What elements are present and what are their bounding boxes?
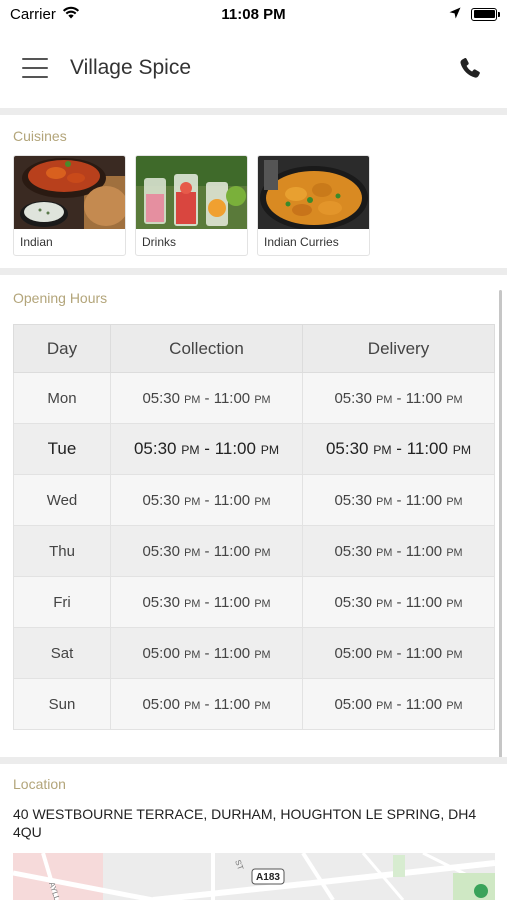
collection-hours-cell: 05:30 PM - 11:00 PM [110,474,303,526]
location-arrow-icon [449,6,461,23]
cuisines-label: Cuisines [13,128,67,144]
header-day: Day [13,324,111,373]
collection-hours-cell: 05:00 PM - 11:00 PM [110,678,303,730]
cuisine-card-indian-curries[interactable]: Indian Curries [257,155,370,256]
status-time: 11:08 PM [221,5,286,23]
collection-hours-cell: 05:00 PM - 11:00 PM [110,627,303,679]
table-row: Thu 05:30 PM - 11:00 PM 05:30 PM - 11:00 P… [13,525,495,577]
scrollbar[interactable] [499,290,502,758]
carrier-label: Carrier [10,5,56,23]
cuisine-label-indian-curries: Indian Curries [264,235,339,249]
day-cell: Fri [13,576,111,628]
table-row: Wed 05:30 PM - 11:00 PM 05:30 PM - 11:00 P… [13,474,495,526]
day-cell: Sun [13,678,111,730]
hamburger-menu-icon[interactable] [22,58,48,78]
battery-icon [471,7,500,21]
section-divider [0,757,507,764]
cuisine-image-indian [14,156,125,229]
map-road-label: A183 [256,872,280,883]
delivery-hours-cell: 05:30 PM - 11:00 PM [302,576,495,628]
cuisine-label-drinks: Drinks [142,235,177,249]
header-delivery: Delivery [302,324,495,373]
status-bar: Carrier 11:08 PM [0,0,507,28]
collection-hours-cell: 05:30 PM - 11:00 PM [110,525,303,577]
nav-bar: Village Spice [0,28,507,108]
table-row: Fri 05:30 PM - 11:00 PM 05:30 PM - 11:00 P… [13,576,495,628]
delivery-hours-cell: 05:00 PM - 11:00 PM [302,678,495,730]
page-title: Village Spice [70,56,192,79]
opening-hours-table: Day Collection Delivery Mon 05:30 PM - 11… [13,324,495,730]
cuisine-card-drinks[interactable]: Drinks [135,155,248,256]
day-cell: Mon [13,372,111,424]
wifi-icon [62,6,80,23]
table-row: Sun 05:00 PM - 11:00 PM 05:00 PM - 11:00 P… [13,678,495,730]
day-cell: Thu [13,525,111,577]
cuisines-list: Indian Drinks Indian Curries [13,155,370,256]
delivery-hours-cell: 05:30 PM - 11:00 PM [302,474,495,526]
collection-hours-cell: 05:30 PM - 11:00 PM [110,372,303,424]
address-text: 40 WESTBOURNE TERRACE, DURHAM, HOUGHTON … [13,806,477,840]
table-row: Mon 05:30 PM - 11:00 PM 05:30 PM - 11:00 P… [13,372,495,424]
day-cell: Sat [13,627,111,679]
table-row: Sat 05:00 PM - 11:00 PM 05:00 PM - 11:00 P… [13,627,495,679]
delivery-hours-cell: 05:30 PM - 11:00 PM [302,372,495,424]
location-map[interactable]: AYLL RO ST A183 [13,853,495,900]
opening-hours-label: Opening Hours [13,290,108,306]
collection-hours-cell: 05:30 PM - 11:00 PM [110,576,303,628]
delivery-hours-cell: 05:30 PM - 11:00 PM [302,423,495,475]
collection-hours-cell: 05:30 PM - 11:00 PM [110,423,303,475]
table-header-row: Day Collection Delivery [13,324,495,373]
delivery-hours-cell: 05:00 PM - 11:00 PM [302,627,495,679]
header-collection: Collection [110,324,303,373]
phone-icon[interactable] [455,53,485,83]
cuisine-label-indian: Indian [20,235,53,249]
table-row: Tue 05:30 PM - 11:00 PM 05:30 PM - 11:00 P… [13,423,495,475]
day-cell: Wed [13,474,111,526]
delivery-hours-cell: 05:30 PM - 11:00 PM [302,525,495,577]
cuisine-image-indian-curries [258,156,369,229]
location-label: Location [13,776,66,792]
cuisine-image-drinks [136,156,247,229]
section-divider [0,108,507,115]
section-divider [0,268,507,275]
cuisine-card-indian[interactable]: Indian [13,155,126,256]
day-cell: Tue [13,423,111,475]
